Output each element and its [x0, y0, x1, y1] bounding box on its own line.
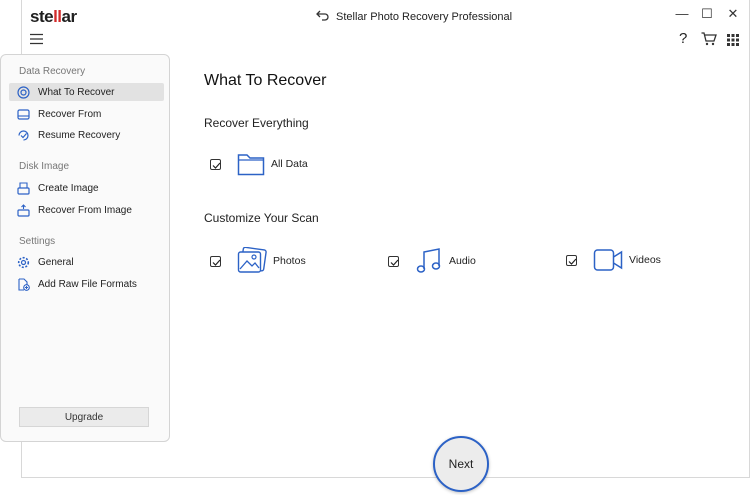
- sidebar-item-label: Create Image: [38, 182, 99, 194]
- next-button[interactable]: Next: [433, 436, 489, 492]
- option-label: Audio: [449, 255, 476, 267]
- close-button[interactable]: ✕: [723, 6, 743, 22]
- option-label: Videos: [629, 254, 661, 266]
- page-title: What To Recover: [204, 72, 327, 89]
- minimize-button[interactable]: —: [672, 6, 692, 21]
- recover-image-icon: [17, 203, 30, 217]
- recover-everything-heading: Recover Everything: [204, 116, 309, 130]
- toolbar: ?: [0, 30, 750, 54]
- back-arrow-icon[interactable]: [316, 8, 330, 26]
- cart-icon[interactable]: [701, 32, 717, 51]
- sidebar: Data Recovery What To Recover Recover Fr…: [0, 54, 170, 442]
- photos-checkbox[interactable]: [210, 255, 221, 267]
- help-icon[interactable]: ?: [679, 30, 687, 47]
- resume-icon: [18, 129, 29, 141]
- sidebar-item-recover-from[interactable]: Recover From: [9, 105, 164, 123]
- add-file-icon: [18, 277, 30, 291]
- option-audio[interactable]: Audio: [388, 247, 476, 275]
- sidebar-item-label: What To Recover: [38, 86, 115, 98]
- sidebar-item-recover-from-image[interactable]: Recover From Image: [9, 201, 164, 219]
- sidebar-item-label: Recover From: [38, 108, 102, 120]
- sidebar-item-label: Recover From Image: [38, 204, 132, 216]
- window-title: Stellar Photo Recovery Professional: [336, 11, 513, 23]
- title-bar: stellar Stellar Photo Recovery Professio…: [0, 0, 750, 30]
- section-title-data-recovery: Data Recovery: [19, 66, 86, 77]
- sidebar-item-add-raw-file-formats[interactable]: Add Raw File Formats: [9, 275, 164, 293]
- option-label: All Data: [271, 158, 308, 170]
- sidebar-item-create-image[interactable]: Create Image: [9, 179, 164, 197]
- music-note-icon: [416, 248, 441, 273]
- create-image-icon: [17, 181, 30, 195]
- customize-scan-heading: Customize Your Scan: [204, 211, 319, 225]
- sidebar-item-label: General: [38, 256, 74, 268]
- sidebar-item-label: Add Raw File Formats: [38, 278, 137, 290]
- audio-checkbox[interactable]: [388, 255, 399, 267]
- option-all-data[interactable]: All Data: [210, 152, 308, 176]
- stellar-logo: stellar: [30, 7, 77, 26]
- sidebar-item-general[interactable]: General: [9, 253, 164, 271]
- sidebar-item-resume-recovery[interactable]: Resume Recovery: [9, 126, 164, 144]
- videos-checkbox[interactable]: [566, 254, 577, 266]
- option-photos[interactable]: Photos: [210, 247, 306, 275]
- sidebar-item-label: Resume Recovery: [38, 129, 121, 141]
- video-camera-icon: [593, 249, 623, 271]
- section-title-settings: Settings: [19, 236, 56, 247]
- maximize-button[interactable]: ☐: [697, 6, 717, 22]
- all-data-checkbox[interactable]: [210, 158, 221, 170]
- apps-grid-icon[interactable]: [727, 33, 739, 51]
- section-title-disk-image: Disk Image: [19, 161, 70, 172]
- option-label: Photos: [273, 255, 306, 267]
- sidebar-item-what-to-recover[interactable]: What To Recover: [9, 83, 164, 101]
- gear-icon: [17, 256, 30, 268]
- upgrade-button[interactable]: Upgrade: [19, 407, 149, 427]
- menu-icon[interactable]: [30, 32, 43, 50]
- drive-icon: [17, 108, 30, 120]
- target-icon: [17, 85, 30, 99]
- option-videos[interactable]: Videos: [566, 247, 661, 273]
- folder-icon: [237, 154, 265, 176]
- photos-icon: [237, 247, 267, 273]
